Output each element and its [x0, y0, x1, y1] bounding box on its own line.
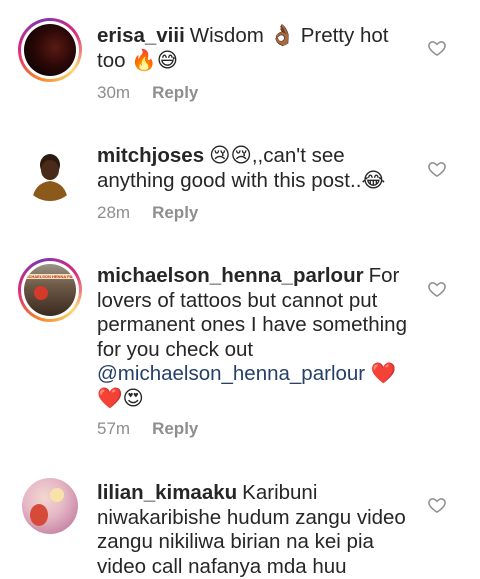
comment-username[interactable]: erisa_viii [97, 24, 185, 47]
comment-timestamp: 30m [97, 83, 131, 102]
avatar[interactable] [18, 18, 82, 82]
heart-outline-icon[interactable] [427, 38, 447, 58]
reply-button[interactable]: Reply [152, 203, 198, 222]
heart-outline-icon[interactable] [427, 159, 447, 179]
comment-username[interactable]: michaelson_henna_parlour [97, 264, 364, 287]
reply-button[interactable]: Reply [152, 419, 198, 438]
avatar-banner: MICHAELSON HENNA PARLOUR [24, 274, 76, 279]
avatar[interactable]: MICHAELSON HENNA PARLOUR [18, 258, 82, 322]
avatar[interactable] [22, 145, 78, 201]
comment-timestamp: 28m [97, 203, 131, 222]
reply-button[interactable]: Reply [152, 83, 198, 102]
avatar[interactable] [22, 478, 78, 534]
heart-outline-icon[interactable] [427, 279, 447, 299]
comment-timestamp: 57m [97, 419, 131, 438]
comment-username[interactable]: lilian_kimaaku [97, 481, 237, 504]
heart-outline-icon[interactable] [427, 495, 447, 515]
mention-link[interactable]: @michaelson_henna_parlour [97, 362, 365, 385]
comment-username[interactable]: mitchjoses [97, 144, 204, 167]
